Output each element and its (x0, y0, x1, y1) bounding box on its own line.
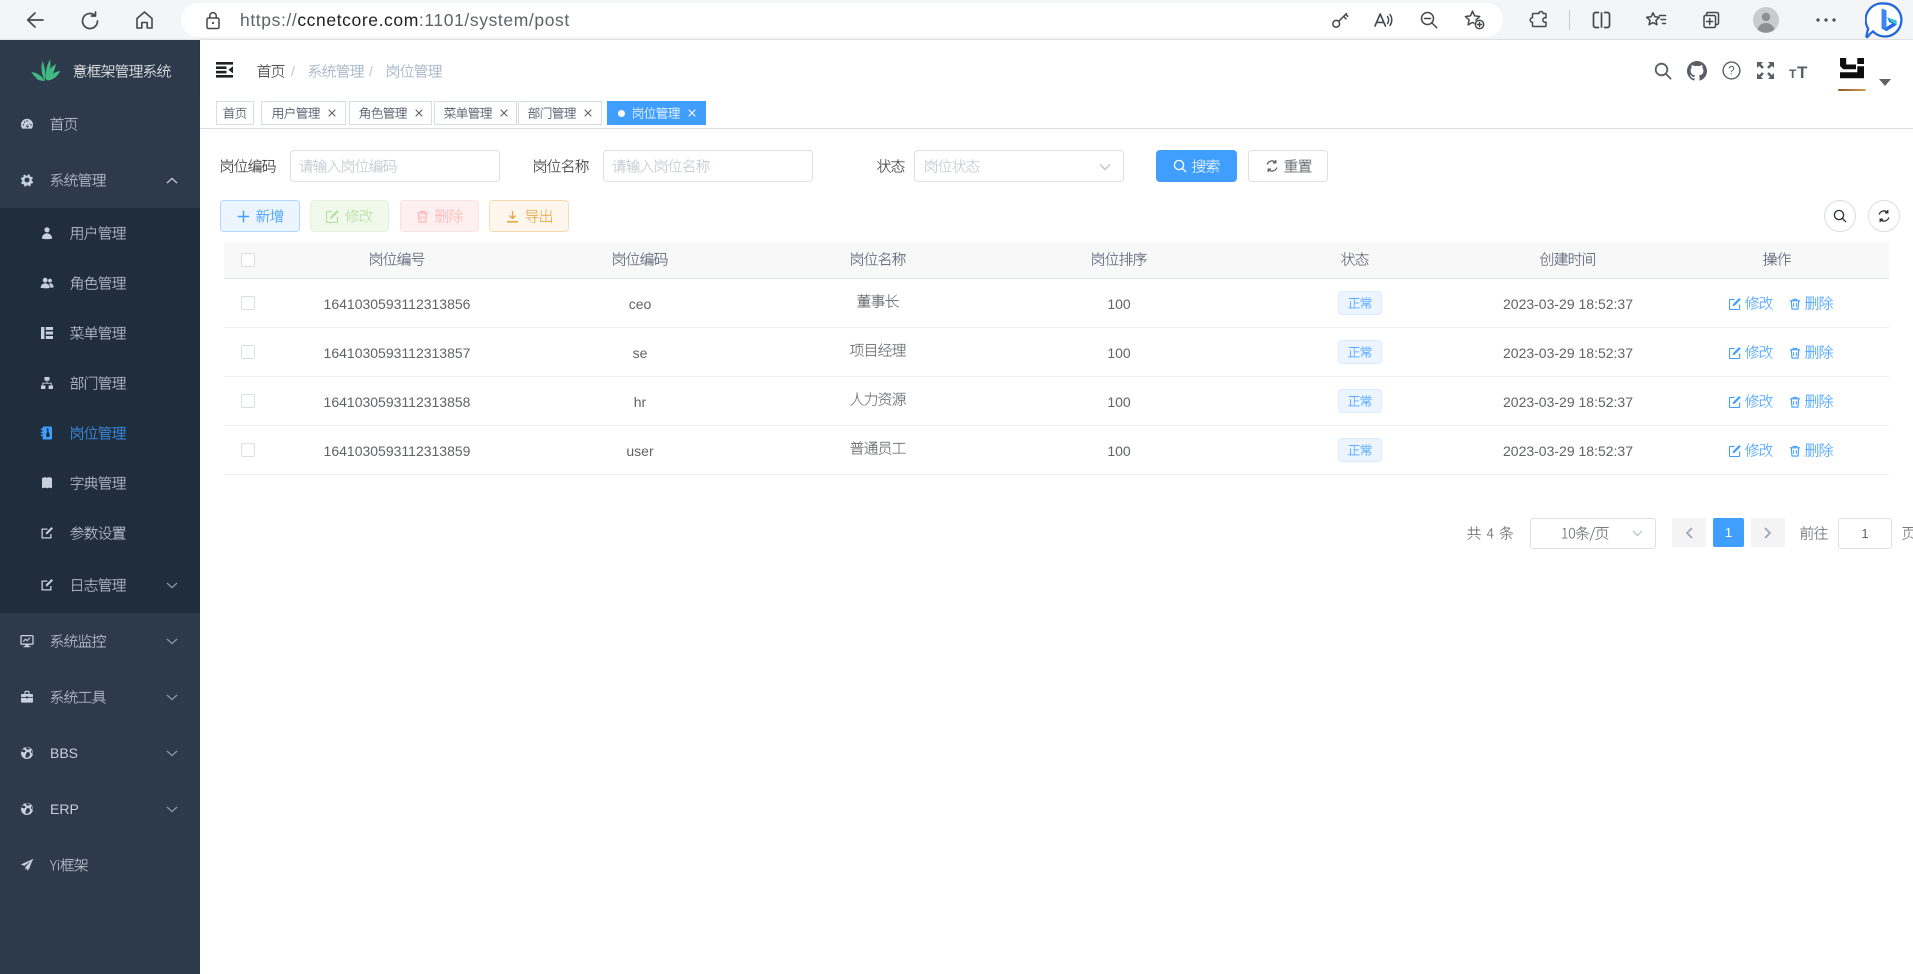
svg-text:?: ? (1728, 66, 1734, 78)
svg-text:T: T (1789, 67, 1797, 80)
svg-text:T: T (1797, 63, 1808, 80)
